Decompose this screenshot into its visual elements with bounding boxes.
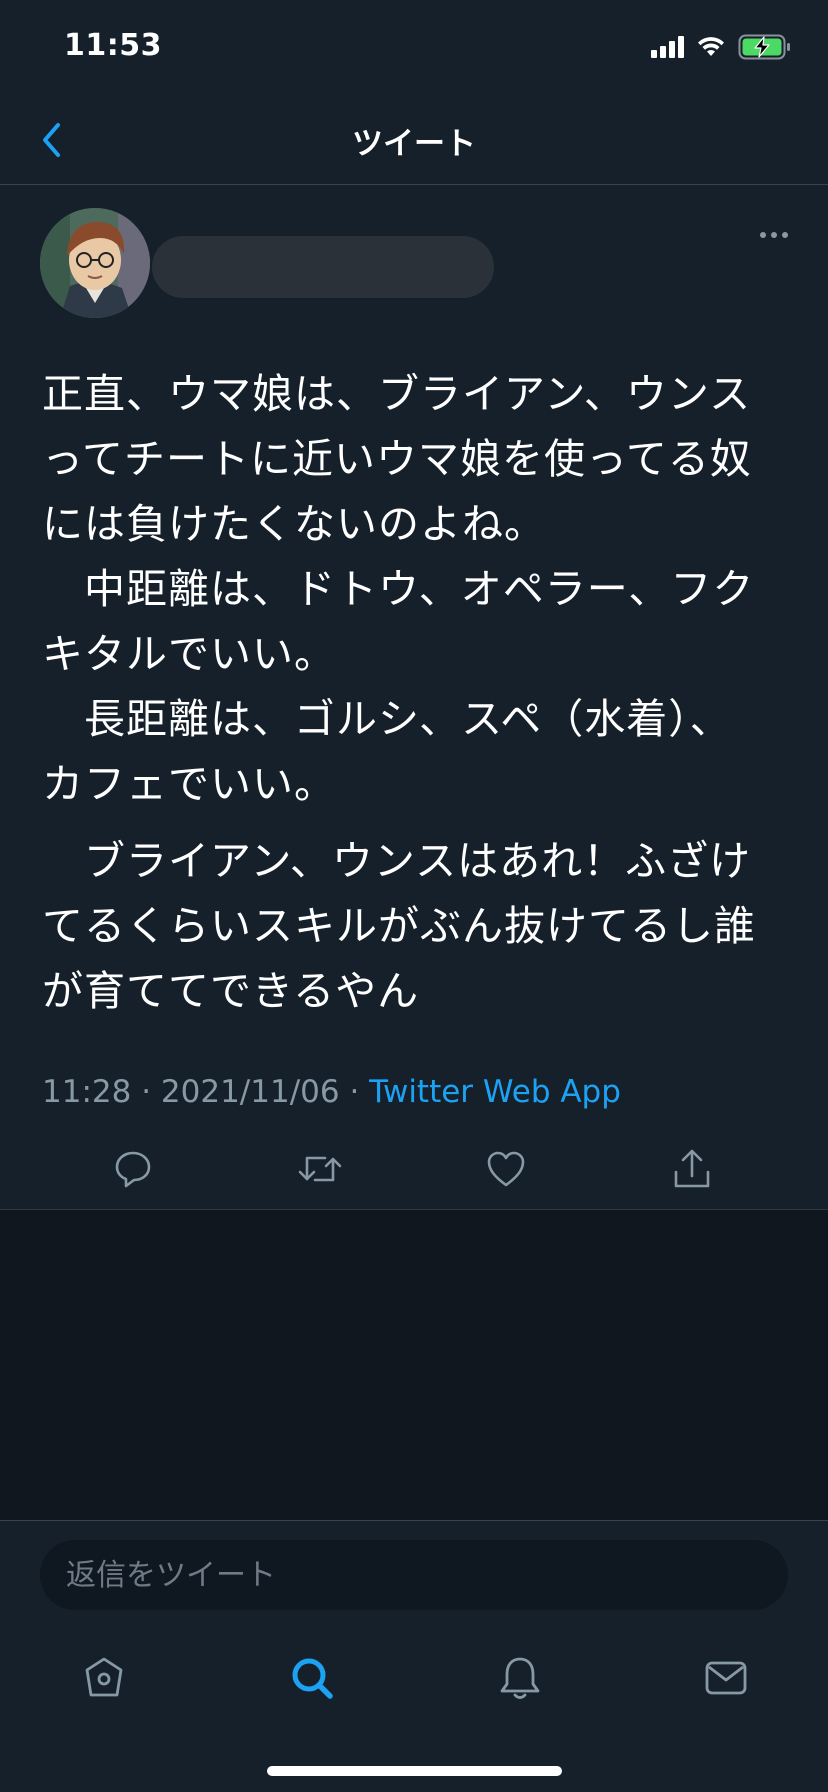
reply-input[interactable] — [40, 1540, 788, 1610]
nav-bar: ツイート — [0, 96, 828, 185]
tweet-actions — [0, 1140, 828, 1200]
tweet-meta: 11:28 · 2021/11/06 · Twitter Web App — [42, 1074, 621, 1110]
share-icon — [674, 1149, 710, 1188]
cellular-signal-icon — [651, 36, 684, 58]
retweet-button[interactable] — [295, 1144, 345, 1194]
reply-icon — [115, 1151, 151, 1188]
battery-charging-icon — [738, 34, 790, 60]
mail-icon — [705, 1661, 747, 1695]
home-indicator[interactable] — [267, 1766, 562, 1776]
status-time: 11:53 — [64, 28, 162, 63]
wifi-icon — [698, 37, 724, 56]
tab-home[interactable] — [74, 1648, 134, 1708]
tweet-line: ブライアン、ウンスはあれ！ふざけ — [42, 837, 752, 885]
tweet-paragraph-2: ブライアン、ウンスはあれ！ふざけ てるくらいスキルがぶん抜けてるし誰 が育ててで… — [42, 829, 792, 1024]
meta-separator: · — [339, 1074, 370, 1110]
tweet-line: 中距離は、ドトウ、オペラー、フク — [42, 565, 755, 613]
tab-notifications[interactable] — [490, 1648, 550, 1708]
tweet-line: には負けたくないのよね。 — [42, 500, 546, 548]
tweet-text: 正直、ウマ娘は、ブライアン、ウンス ってチートに近いウマ娘を使ってる奴 には負け… — [42, 362, 792, 1024]
tweet-time: 11:28 — [42, 1074, 132, 1110]
share-button[interactable] — [667, 1144, 717, 1194]
meta-separator: · — [131, 1074, 161, 1110]
tab-messages[interactable] — [696, 1648, 756, 1708]
page-title: ツイート — [352, 126, 476, 162]
more-dot-icon — [782, 232, 788, 238]
heart-icon — [487, 1151, 525, 1187]
tweet-line: キタルでいい。 — [42, 630, 336, 678]
tweet-line: 長距離は、ゴルシ、スペ（水着）、 — [42, 695, 732, 743]
divider — [0, 1209, 828, 1210]
more-options-button[interactable] — [760, 232, 788, 238]
retweet-icon — [298, 1156, 342, 1182]
avatar[interactable] — [40, 208, 150, 318]
tweet-detail-screen: 11:53 ツイート 正直、ウマ娘は、ブライアン、ウンス ってチートに近いウマ娘… — [0, 0, 828, 1792]
more-dot-icon — [760, 232, 766, 238]
redacted-username — [152, 236, 494, 298]
tweet-line: が育ててできるやん — [42, 967, 420, 1015]
bell-icon — [500, 1657, 540, 1699]
avatar-image — [40, 208, 150, 318]
tweet-line: カフェでいい。 — [42, 760, 336, 808]
more-dot-icon — [771, 232, 777, 238]
tab-search[interactable] — [282, 1648, 342, 1708]
search-icon — [292, 1658, 333, 1699]
tweet-line: ってチートに近いウマ娘を使ってる奴 — [42, 435, 752, 483]
tweet-date: 2021/11/06 — [160, 1074, 340, 1110]
like-button[interactable] — [481, 1144, 531, 1194]
tweet-paragraph-1: 正直、ウマ娘は、ブライアン、ウンス ってチートに近いウマ娘を使ってる奴 には負け… — [42, 362, 792, 817]
redacted-name-peek — [172, 224, 382, 236]
tweet-line: てるくらいスキルがぶん抜けてるし誰 — [42, 902, 756, 950]
tweet-line: 正直、ウマ娘は、ブライアン、ウンス — [42, 370, 752, 418]
reply-button[interactable] — [108, 1144, 158, 1194]
tweet-source-link[interactable]: Twitter Web App — [369, 1074, 621, 1110]
home-icon — [85, 1657, 123, 1697]
status-icons — [651, 34, 792, 60]
